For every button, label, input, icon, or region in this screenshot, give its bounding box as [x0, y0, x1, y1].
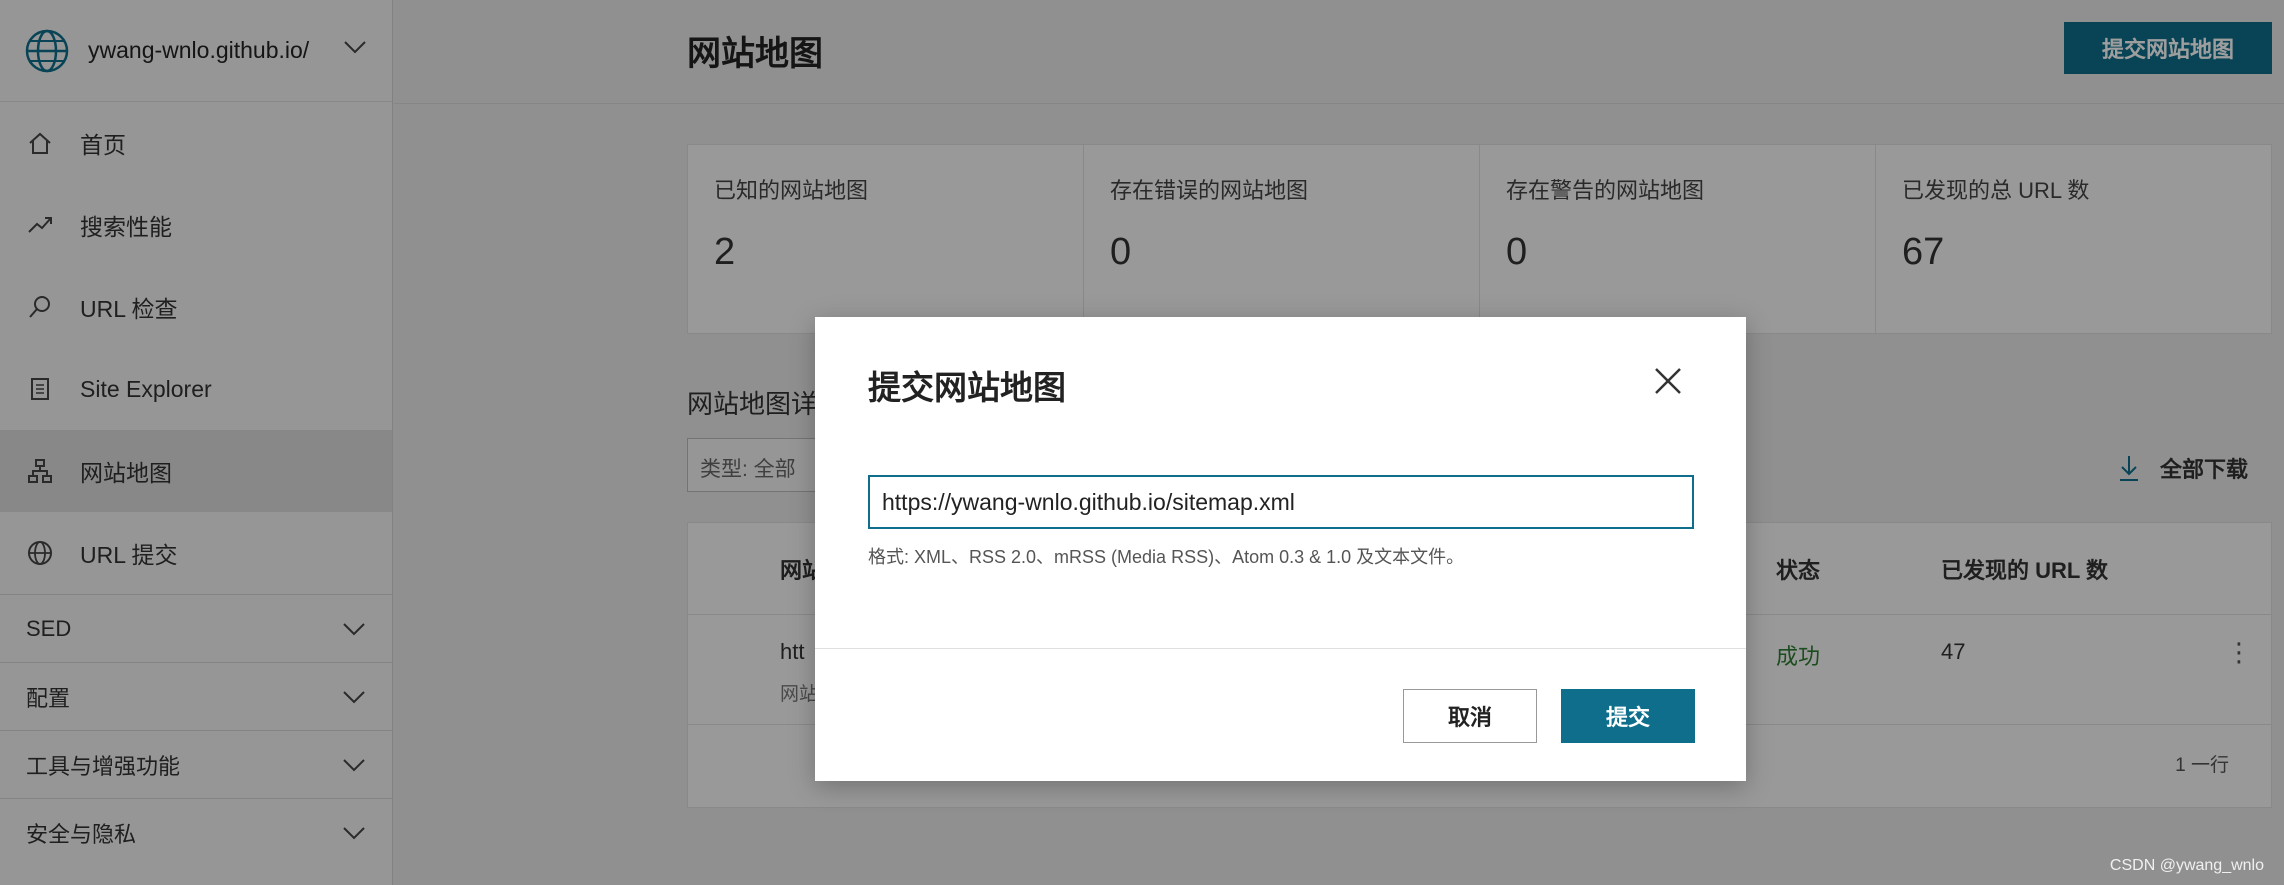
format-hint: 格式: XML、RSS 2.0、mRSS (Media RSS)、Atom 0.… [868, 547, 1465, 567]
submit-sitemap-dialog: 提交网站地图 格式: XML、RSS 2.0、mRSS (Media RSS)、… [815, 317, 1746, 781]
dialog-divider [815, 648, 1746, 649]
sitemap-url-input[interactable] [868, 475, 1694, 529]
submit-button[interactable]: 提交 [1561, 689, 1695, 743]
watermark: CSDN @ywang_wnlo [2109, 857, 2264, 874]
close-icon[interactable] [1652, 365, 1684, 397]
dialog-title: 提交网站地图 [868, 369, 1066, 406]
cancel-button[interactable]: 取消 [1403, 689, 1537, 743]
